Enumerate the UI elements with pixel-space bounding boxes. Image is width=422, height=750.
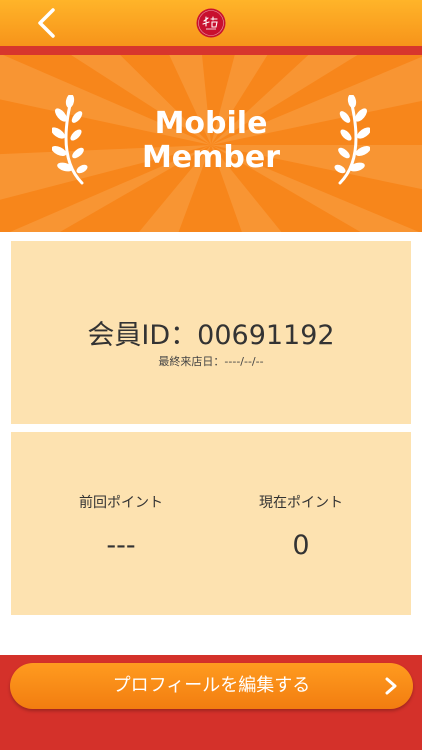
back-button[interactable] bbox=[30, 6, 62, 40]
points-card: 前回ポイント --- 現在ポイント 0 bbox=[11, 432, 411, 615]
banner-title: Mobile Member bbox=[0, 107, 422, 175]
current-points-label: 現在ポイント bbox=[259, 495, 343, 511]
edit-profile-label: プロフィールを編集する bbox=[112, 675, 311, 696]
mobile-member-banner: Mobile Member bbox=[0, 55, 422, 232]
chevron-left-icon bbox=[38, 8, 55, 38]
member-id: 会員ID：00691192 bbox=[87, 320, 335, 351]
member-id-card: 会員ID：00691192 最終来店日：----/--/-- bbox=[11, 241, 411, 424]
current-points: 現在ポイント 0 bbox=[201, 492, 401, 561]
chevron-right-icon bbox=[385, 677, 397, 695]
current-points-value: 0 bbox=[292, 530, 310, 561]
previous-points: 前回ポイント --- bbox=[21, 492, 221, 561]
banner-title-line1: Mobile bbox=[154, 106, 268, 141]
previous-points-label: 前回ポイント bbox=[79, 495, 163, 511]
previous-points-value: --- bbox=[106, 530, 136, 561]
header-stripe bbox=[0, 46, 422, 55]
top-bar bbox=[0, 0, 422, 46]
last-visit-date: 最終来店日：----/--/-- bbox=[158, 355, 264, 368]
brand-logo bbox=[196, 8, 226, 38]
edit-profile-button[interactable]: プロフィールを編集する bbox=[10, 663, 413, 709]
banner-title-line2: Member bbox=[141, 140, 281, 175]
